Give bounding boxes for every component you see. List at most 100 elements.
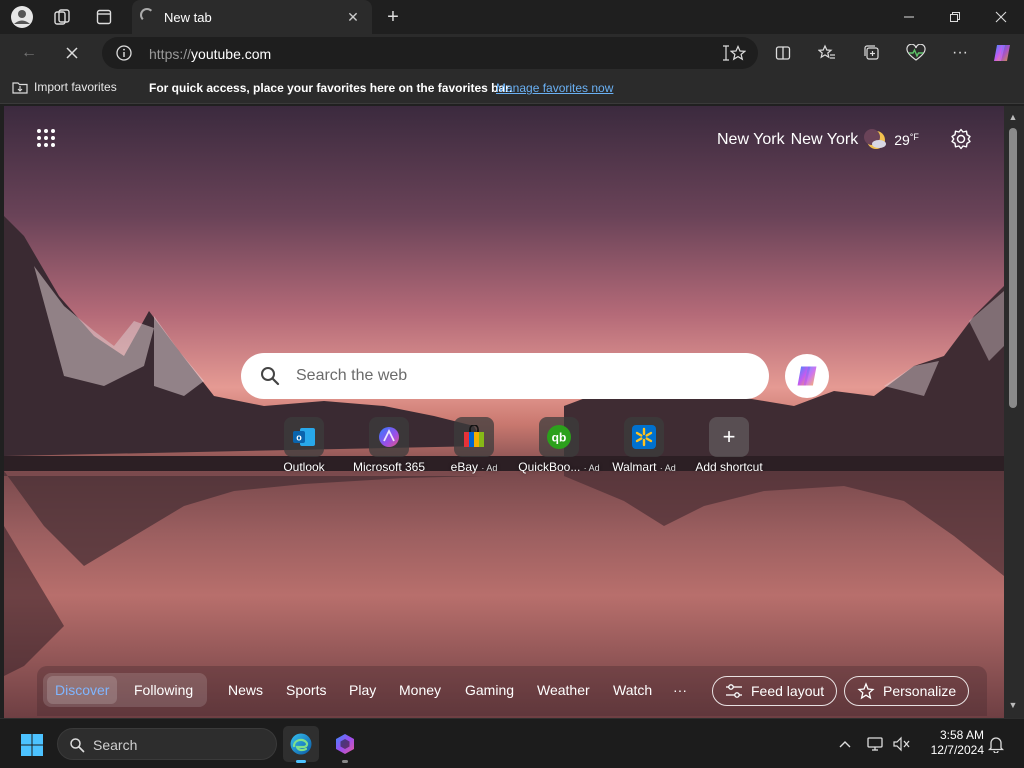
volume-button[interactable] <box>892 734 912 754</box>
more-tabs-button[interactable]: ··· <box>673 682 687 698</box>
microsoft-365-icon <box>379 427 399 447</box>
outlook-icon: o <box>293 428 315 446</box>
manage-favorites-link[interactable]: Manage favorites now <box>496 81 613 95</box>
tab-title: New tab <box>164 10 212 25</box>
windows-start-icon[interactable] <box>20 733 44 757</box>
shortcut-label: Walmart · Ad <box>598 460 690 474</box>
address-bar[interactable]: https://youtube.com <box>102 37 758 69</box>
personalize-button[interactable]: Personalize <box>844 676 970 706</box>
collections-icon <box>864 45 879 60</box>
settings-more-button[interactable]: ··· <box>945 38 975 68</box>
shortcut-ebay[interactable]: eBay · Ad <box>432 417 516 477</box>
windows-taskbar: Search 3:58 AM 12/7/2024 <box>0 718 1024 768</box>
shortcut-label-text: eBay <box>450 460 478 474</box>
scroll-up-arrow-icon[interactable]: ▲ <box>1008 112 1018 122</box>
copilot-search-button[interactable] <box>785 354 829 398</box>
weather-temperature: 29°F <box>894 132 919 148</box>
collections-button[interactable] <box>857 38 887 68</box>
back-button[interactable]: ← <box>14 38 44 68</box>
tab-gaming[interactable]: Gaming <box>465 682 514 698</box>
favorites-bar-message: For quick access, place your favorites h… <box>149 81 513 95</box>
svg-text:o: o <box>296 433 302 443</box>
shortcut-tile <box>624 417 664 457</box>
stop-loading-button[interactable] <box>57 38 87 68</box>
tab-sports[interactable]: Sports <box>286 682 326 698</box>
import-favorites-button[interactable]: Import favorites <box>12 80 117 94</box>
tab-money[interactable]: Money <box>399 682 441 698</box>
tab-close-button[interactable]: ✕ <box>342 6 364 28</box>
speaker-muted-icon <box>893 736 910 752</box>
more-dots-icon: ··· <box>952 44 968 61</box>
shortcut-label: Outlook <box>258 460 350 474</box>
split-screen-button[interactable] <box>768 38 798 68</box>
shortcut-walmart[interactable]: Walmart · Ad <box>602 417 686 477</box>
restore-button[interactable] <box>932 0 978 34</box>
import-folder-icon <box>12 82 28 94</box>
tab-news[interactable]: News <box>228 682 263 698</box>
url-text[interactable]: https://youtube.com <box>149 46 271 62</box>
screen: New tab ✕ + ← https://youtube.com ··· Im… <box>0 0 1024 768</box>
page-scrollbar[interactable]: ▲ ▼ <box>1004 106 1024 718</box>
network-status-button[interactable] <box>866 734 886 754</box>
profile-button[interactable] <box>8 5 36 29</box>
monitor-network-icon <box>867 737 883 751</box>
close-window-button[interactable] <box>978 0 1024 34</box>
add-favorite-button[interactable] <box>728 43 748 63</box>
close-icon: ✕ <box>347 8 359 25</box>
site-info-button[interactable] <box>114 43 134 63</box>
import-favorites-label: Import favorites <box>34 80 117 94</box>
info-icon <box>116 45 132 61</box>
split-screen-icon <box>775 46 791 60</box>
tab-new-tab[interactable]: New tab ✕ <box>132 0 372 34</box>
back-arrow-icon: ← <box>21 44 37 61</box>
workspaces-button[interactable] <box>48 5 76 29</box>
shortcut-add[interactable]: + Add shortcut <box>687 417 771 477</box>
app-launcher-button[interactable] <box>32 124 60 152</box>
moon-cloud-icon <box>864 129 887 149</box>
feed-layout-button[interactable]: Feed layout <box>712 676 838 706</box>
web-search-box[interactable]: Search the web <box>241 353 769 399</box>
tab-watch[interactable]: Watch <box>613 682 652 698</box>
loading-spinner-icon <box>140 8 154 22</box>
tab-discover[interactable]: Discover <box>55 682 109 698</box>
tab-weather[interactable]: Weather <box>537 682 590 698</box>
tab-following[interactable]: Following <box>134 682 193 698</box>
shortcut-microsoft-365[interactable]: Microsoft 365 <box>347 417 431 477</box>
grid-dots-icon <box>37 129 55 147</box>
url-scheme: https:// <box>149 46 192 62</box>
plus-icon: + <box>387 5 399 28</box>
new-tab-button[interactable]: + <box>380 4 406 30</box>
shortcut-tile: o <box>284 417 324 457</box>
copilot-sidebar-button[interactable] <box>987 38 1017 68</box>
shortcut-quickbooks[interactable]: qb QuickBoo... · Ad <box>517 417 601 477</box>
taskbar-clock[interactable]: 3:58 AM 12/7/2024 <box>922 728 984 758</box>
shortcut-outlook[interactable]: o Outlook <box>262 417 346 477</box>
notifications-button[interactable] <box>986 734 1006 754</box>
search-placeholder: Search the web <box>296 367 408 384</box>
svg-text:qb: qb <box>552 431 567 445</box>
taskbar-edge-button[interactable] <box>283 726 319 763</box>
favorites-star-icon <box>818 44 835 59</box>
favorites-button[interactable] <box>812 38 842 68</box>
shortcut-label: eBay · Ad <box>428 460 520 474</box>
search-icon <box>261 367 280 386</box>
taskbar-search-label: Search <box>93 737 138 753</box>
shortcut-label-text: Walmart <box>612 460 657 474</box>
tab-play[interactable]: Play <box>349 682 376 698</box>
minimize-button[interactable] <box>886 0 932 34</box>
scrollbar-thumb[interactable] <box>1009 128 1017 408</box>
weather-widget[interactable]: New York New York 29°F <box>717 128 919 152</box>
gear-icon <box>951 128 971 150</box>
page-settings-button[interactable] <box>947 125 975 153</box>
workspaces-icon <box>54 9 70 25</box>
show-hidden-icons-button[interactable] <box>835 734 855 754</box>
favorites-bar: Import favorites For quick access, place… <box>0 72 1024 104</box>
shortcut-label: QuickBoo... · Ad <box>513 460 605 474</box>
taskbar-copilot-button[interactable] <box>327 726 363 763</box>
browser-essentials-button[interactable] <box>901 38 931 68</box>
scroll-down-arrow-icon[interactable]: ▼ <box>1008 700 1018 710</box>
shortcut-tile <box>369 417 409 457</box>
shortcut-label: Add shortcut <box>683 460 775 474</box>
taskbar-search-box[interactable]: Search <box>57 728 277 760</box>
tab-actions-button[interactable] <box>90 5 118 29</box>
